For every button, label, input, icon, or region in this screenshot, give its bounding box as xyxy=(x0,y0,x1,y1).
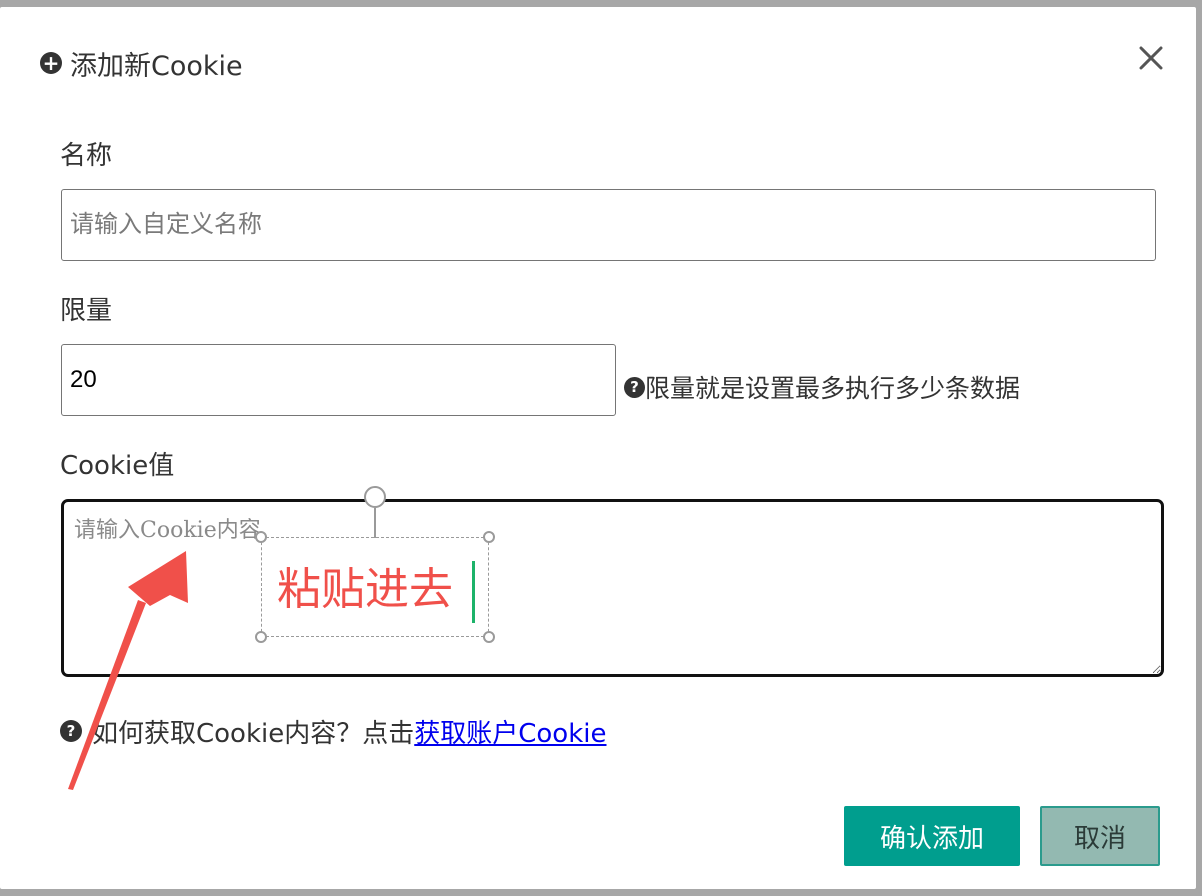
text-caret xyxy=(472,561,475,623)
name-input[interactable] xyxy=(61,189,1156,261)
cookie-textarea[interactable] xyxy=(61,499,1164,677)
question-circle-icon: ? xyxy=(60,720,82,742)
resize-handle-bottom-right[interactable] xyxy=(483,631,495,643)
limit-input[interactable] xyxy=(61,344,616,416)
cookie-label: Cookie值 xyxy=(60,451,175,481)
confirm-add-button[interactable]: 确认添加 xyxy=(844,806,1020,866)
dialog-header: + 添加新Cookie xyxy=(40,45,243,82)
get-cookie-link[interactable]: 获取账户Cookie xyxy=(414,719,606,749)
resize-handle-bottom-left[interactable] xyxy=(255,631,267,643)
name-label: 名称 xyxy=(60,141,113,171)
help-prefix: 如何获取Cookie内容？点击 xyxy=(92,718,415,749)
limit-label: 限量 xyxy=(60,296,113,326)
plus-circle-icon: + xyxy=(40,52,62,74)
cancel-button[interactable]: 取消 xyxy=(1040,806,1160,866)
rotate-handle-stem xyxy=(374,508,376,538)
limit-hint-text: 限量就是设置最多执行多少条数据 xyxy=(645,374,1021,403)
dialog-title: 添加新Cookie xyxy=(70,50,243,82)
question-circle-icon: ? xyxy=(624,376,645,398)
rotate-handle[interactable] xyxy=(364,486,386,508)
help-row: ? 如何获取Cookie内容？点击获取账户Cookie xyxy=(60,713,607,749)
close-icon xyxy=(1139,46,1163,70)
limit-hint: ? 限量就是设置最多执行多少条数据 xyxy=(624,369,1020,405)
annotation-text: 粘贴进去 xyxy=(277,564,453,615)
resize-handle-top-right[interactable] xyxy=(483,531,495,543)
close-button[interactable] xyxy=(1132,39,1170,77)
add-cookie-dialog: + 添加新Cookie 名称 限量 ? 限量就是设置最多执行多少条数据 Cook… xyxy=(0,7,1196,889)
resize-handle-top-left[interactable] xyxy=(255,531,267,543)
help-text: 如何获取Cookie内容？点击获取账户Cookie xyxy=(92,713,607,750)
